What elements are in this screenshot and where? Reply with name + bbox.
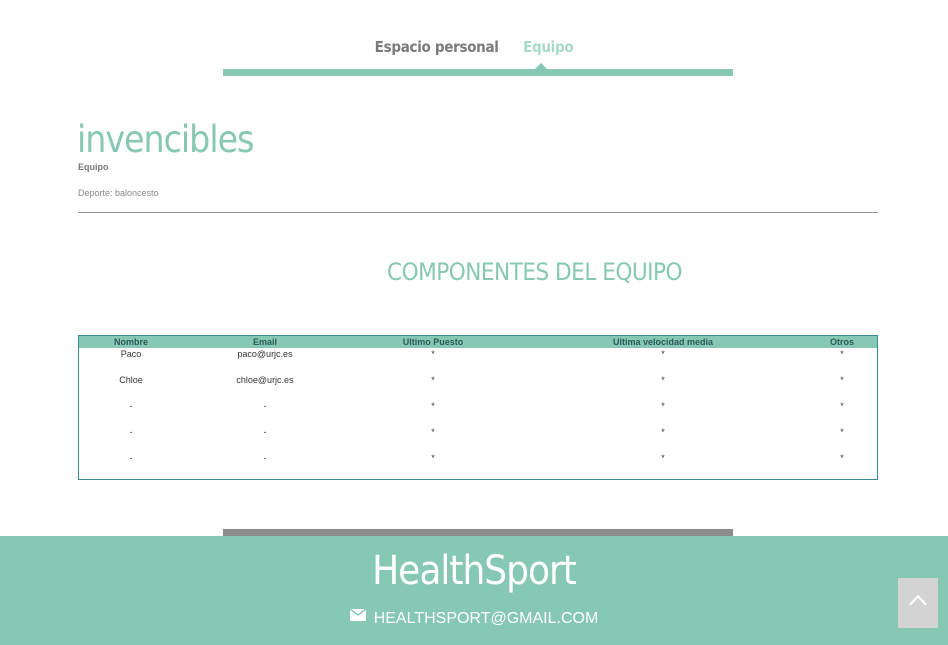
cell-nombre: Paco [120,349,142,359]
cell-ultimo-puesto: * [431,427,435,437]
footer-email-link[interactable]: HEALTHSPORT@GMAIL.COM [374,610,599,627]
cell-ultima-velocidad: * [661,401,665,411]
team-sport: Deporte: baloncesto [78,188,159,198]
table-row: - - * * * [79,426,877,452]
table-row: Paco paco@urjc.es * * * [79,348,877,374]
table-row: Chloe chloe@urjc.es * * * [79,374,877,400]
tab-underline-bar [223,69,733,76]
cell-ultima-velocidad: * [661,453,665,463]
table-header-row: Nombre Email Ultimo Puesto Ultima veloci… [79,336,877,348]
column-header-ultima-velocidad: Ultima velocidad media [612,337,714,347]
cell-otros: * [840,349,844,359]
envelope-icon [349,608,367,626]
cell-ultimo-puesto: * [431,453,435,463]
cell-otros: * [840,453,844,463]
section-title: COMPONENTES DEL EQUIPO [387,258,683,286]
cell-ultima-velocidad: * [661,427,665,437]
cell-ultima-velocidad: * [661,375,665,385]
back-to-top-button[interactable] [898,578,938,628]
cell-otros: * [840,375,844,385]
table-row: - - * * * [79,400,877,426]
column-header-email: Email [252,337,277,347]
footer-brand: HealthSport [372,548,577,594]
cell-ultimo-puesto: * [431,375,435,385]
column-header-otros: Otros [829,337,854,347]
cell-nombre: - [129,427,133,437]
cell-ultimo-puesto: * [431,349,435,359]
footer-contact: HEALTHSPORT@GMAIL.COM [0,608,948,628]
tab-equipo[interactable]: Equipo [523,38,574,56]
team-type-label: Equipo [78,162,109,172]
team-name: invencibles [77,118,254,161]
cell-otros: * [840,427,844,437]
cell-nombre: Chloe [119,375,143,385]
cell-ultimo-puesto: * [431,401,435,411]
cell-email: - [263,401,267,411]
column-header-nombre: Nombre [113,337,148,347]
members-table: Nombre Email Ultimo Puesto Ultima veloci… [78,335,878,480]
table-row: - - * * * [79,452,877,478]
cell-nombre: - [129,453,133,463]
cell-nombre: - [129,401,133,411]
chevron-up-icon [909,594,927,606]
cell-otros: * [840,401,844,411]
cell-email: chloe@urjc.es [236,375,294,385]
cell-email: paco@urjc.es [237,349,293,359]
divider [78,212,878,213]
footer-top-bar [223,529,733,536]
tab-espacio-personal[interactable]: Espacio personal [375,38,499,56]
main-tabs: Espacio personal Equipo [0,38,948,57]
column-header-ultimo-puesto: Ultimo Puesto [402,337,464,347]
cell-ultima-velocidad: * [661,349,665,359]
cell-email: - [263,453,267,463]
cell-email: - [263,427,267,437]
